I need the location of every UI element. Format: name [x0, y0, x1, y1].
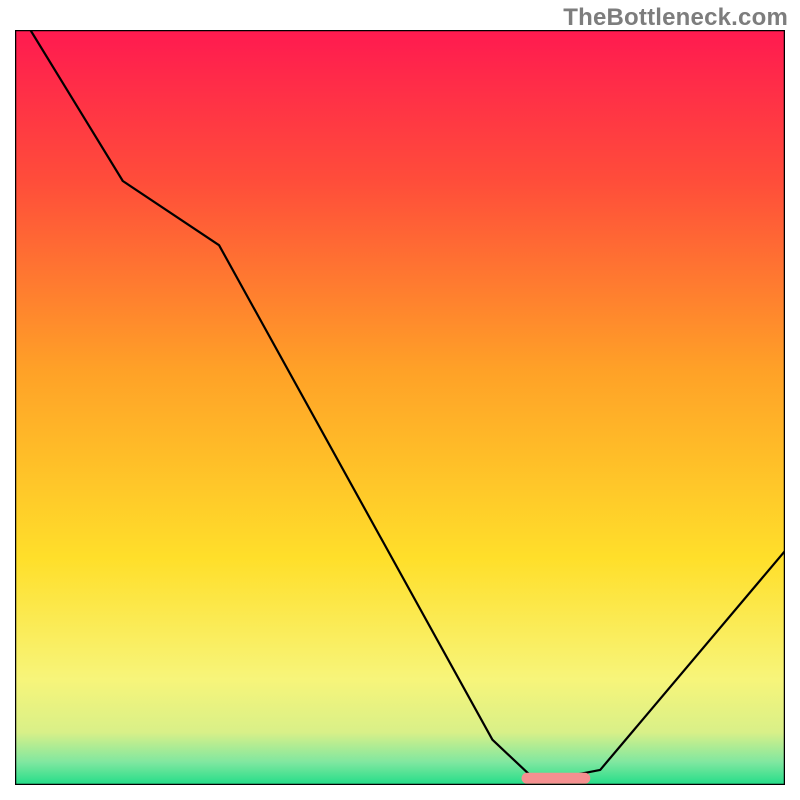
- watermark-text: TheBottleneck.com: [563, 4, 788, 32]
- chart-container: TheBottleneck.com: [0, 0, 800, 800]
- gradient-background: [15, 30, 785, 785]
- bottleneck-chart: [15, 30, 785, 785]
- plot-area: [15, 30, 785, 785]
